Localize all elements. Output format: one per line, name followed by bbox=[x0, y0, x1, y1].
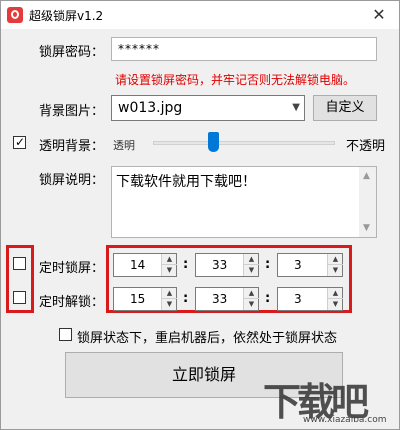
lock-second-value: 3 bbox=[294, 258, 302, 272]
spin-up-icon[interactable]: ▲ bbox=[244, 288, 259, 299]
spin-up-icon[interactable]: ▲ bbox=[328, 254, 343, 265]
app-window: 超级锁屏v1.2 ✕ 锁屏密码： ****** 请设置锁屏密码，并牢记否则无法解… bbox=[0, 0, 400, 430]
spin-up-icon[interactable]: ▲ bbox=[328, 288, 343, 299]
check-icon: ✓ bbox=[14, 135, 26, 149]
transparent-checkbox[interactable]: ✓ bbox=[13, 135, 26, 149]
spin-up-icon[interactable]: ▲ bbox=[162, 254, 177, 265]
lock-minute-spin-buttons: ▲ ▼ bbox=[243, 254, 259, 276]
app-logo-icon bbox=[7, 7, 23, 23]
unlock-minute-value: 33 bbox=[212, 292, 228, 306]
spin-down-icon[interactable]: ▼ bbox=[162, 299, 177, 310]
chevron-down-icon: ▼ bbox=[292, 102, 300, 113]
unlock-hour-spin-buttons: ▲ ▼ bbox=[161, 288, 177, 310]
spin-down-icon[interactable]: ▼ bbox=[162, 265, 177, 276]
background-select[interactable]: w013.jpg ▼ bbox=[111, 95, 305, 121]
restart-lock-checkbox[interactable] bbox=[59, 328, 72, 341]
unlock-hour-value: 15 bbox=[130, 292, 146, 306]
watermark-url: www.xiazaiba.com bbox=[303, 415, 387, 425]
password-warning: 请设置锁屏密码，并牢记否则无法解锁电脑。 bbox=[115, 73, 356, 87]
restart-lock-label: 锁屏状态下，重启机器后，依然处于锁屏状态 bbox=[77, 331, 338, 346]
lock-hour-spinner[interactable]: 14 ▲ ▼ bbox=[113, 253, 177, 277]
spin-down-icon[interactable]: ▼ bbox=[244, 265, 259, 276]
time-separator: : bbox=[183, 257, 189, 272]
description-text: 下载软件就用下载吧！ bbox=[116, 174, 256, 190]
password-field[interactable]: ****** bbox=[111, 37, 377, 61]
unlock-second-spin-buttons: ▲ ▼ bbox=[327, 288, 343, 310]
spin-up-icon[interactable]: ▲ bbox=[162, 288, 177, 299]
unlock-hour-spinner[interactable]: 15 ▲ ▼ bbox=[113, 287, 177, 311]
password-label: 锁屏密码： bbox=[39, 45, 105, 60]
lock-second-spinner[interactable]: 3 ▲ ▼ bbox=[277, 253, 343, 277]
slider-max-label: 不透明 bbox=[346, 139, 386, 154]
transparency-slider-thumb[interactable] bbox=[207, 132, 219, 152]
spin-down-icon[interactable]: ▼ bbox=[328, 299, 343, 310]
timed-lock-label: 定时锁屏： bbox=[39, 261, 105, 276]
time-separator: : bbox=[265, 257, 271, 272]
lock-hour-value: 14 bbox=[130, 258, 146, 272]
background-select-value: w013.jpg bbox=[118, 100, 183, 116]
background-label: 背景图片： bbox=[39, 104, 105, 119]
custom-background-button[interactable]: 自定义 bbox=[313, 95, 377, 121]
timed-unlock-checkbox[interactable] bbox=[13, 291, 26, 304]
scroll-down-icon[interactable]: ▼ bbox=[363, 223, 370, 233]
lock-minute-value: 33 bbox=[212, 258, 228, 272]
transparent-label: 透明背景： bbox=[39, 139, 105, 154]
time-separator: : bbox=[265, 291, 271, 306]
unlock-minute-spin-buttons: ▲ ▼ bbox=[243, 288, 259, 310]
spin-down-icon[interactable]: ▼ bbox=[244, 299, 259, 310]
description-textarea[interactable]: 下载软件就用下载吧！ ▲ ▼ bbox=[111, 166, 377, 238]
transparency-slider-track[interactable] bbox=[153, 141, 335, 145]
lock-second-spin-buttons: ▲ ▼ bbox=[327, 254, 343, 276]
timed-unlock-label: 定时解锁： bbox=[39, 295, 105, 310]
close-button[interactable]: ✕ bbox=[359, 1, 399, 29]
spin-down-icon[interactable]: ▼ bbox=[328, 265, 343, 276]
unlock-second-spinner[interactable]: 3 ▲ ▼ bbox=[277, 287, 343, 311]
slider-min-label: 透明 bbox=[113, 139, 135, 152]
timed-lock-checkbox[interactable] bbox=[13, 257, 26, 270]
unlock-second-value: 3 bbox=[294, 292, 302, 306]
title-bar: 超级锁屏v1.2 ✕ bbox=[1, 1, 399, 29]
description-label: 锁屏说明： bbox=[39, 173, 105, 188]
description-scrollbar[interactable]: ▲ ▼ bbox=[359, 167, 376, 237]
lock-minute-spinner[interactable]: 33 ▲ ▼ bbox=[195, 253, 259, 277]
time-separator: : bbox=[183, 291, 189, 306]
unlock-minute-spinner[interactable]: 33 ▲ ▼ bbox=[195, 287, 259, 311]
spin-up-icon[interactable]: ▲ bbox=[244, 254, 259, 265]
scroll-up-icon[interactable]: ▲ bbox=[363, 171, 370, 181]
window-title: 超级锁屏v1.2 bbox=[29, 9, 104, 23]
watermark: 下载吧 www.xiazaiba.com bbox=[263, 371, 399, 429]
lock-hour-spin-buttons: ▲ ▼ bbox=[161, 254, 177, 276]
